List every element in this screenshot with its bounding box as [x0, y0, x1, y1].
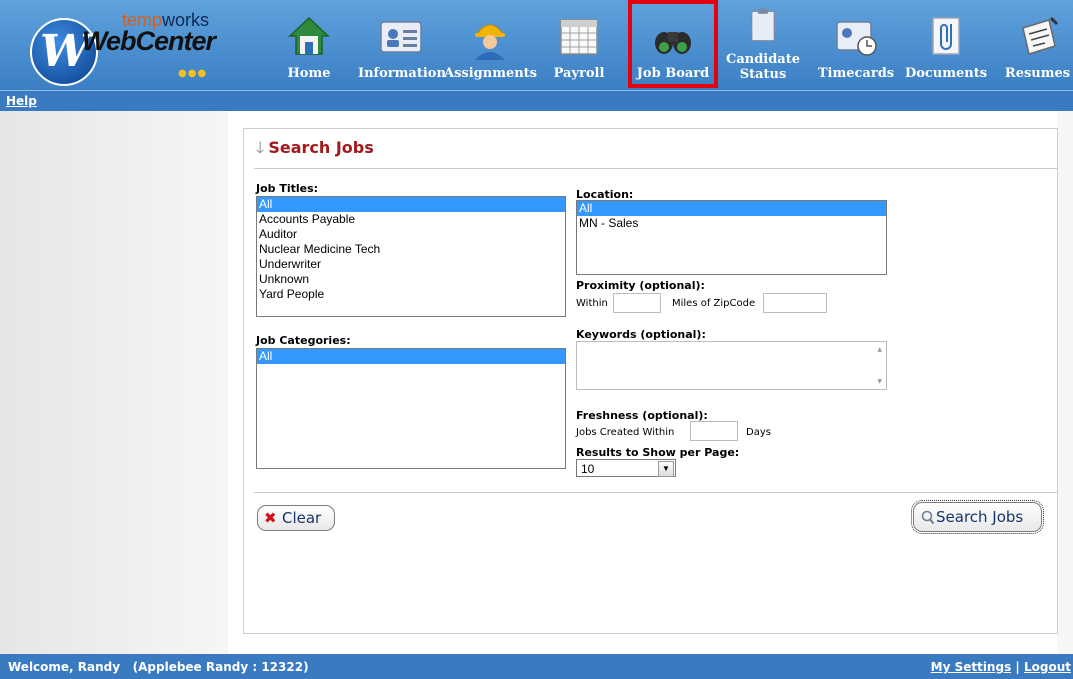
- right-gutter: [1057, 111, 1073, 654]
- collapse-arrow-icon: 🡓: [256, 138, 265, 157]
- nav-payroll[interactable]: Payroll: [548, 0, 610, 88]
- results-per-page-select[interactable]: 10 ▼: [576, 459, 676, 477]
- miles-of-zipcode-label: Miles of ZipCode: [672, 298, 756, 309]
- logout-link[interactable]: Logout: [1024, 660, 1071, 674]
- footer-bar: Welcome, Randy (Applebee Randy : 12322) …: [0, 654, 1073, 679]
- nav-documents[interactable]: Documents: [904, 0, 988, 88]
- logo-line2: WebCenter: [82, 26, 216, 56]
- timecard-icon: [836, 21, 877, 56]
- nav-information[interactable]: Information: [358, 0, 446, 88]
- help-bar: Help: [0, 90, 1073, 111]
- header-bar: W tempworks WebCenter ●●● Home Informati…: [0, 0, 1073, 90]
- location-listbox[interactable]: All MN - Sales: [576, 200, 887, 275]
- nav-timecards[interactable]: Timecards: [814, 0, 898, 88]
- tempworks-logo[interactable]: W tempworks WebCenter ●●●: [16, 4, 216, 86]
- search-jobs-title[interactable]: 🡓 Search Jobs: [256, 137, 374, 164]
- welcome-text: Welcome, Randy (Applebee Randy : 12322): [8, 660, 309, 674]
- search-jobs-button[interactable]: Search Jobs: [911, 500, 1044, 534]
- nav-assignments[interactable]: Assignments: [444, 0, 538, 88]
- clear-button[interactable]: ✖ Clear: [257, 505, 335, 531]
- jobs-created-within-label: Jobs Created Within: [576, 427, 675, 438]
- nav-resumes[interactable]: Resumes: [1002, 0, 1073, 88]
- keywords-textarea[interactable]: ▲ ▼: [576, 341, 887, 390]
- job-title-option[interactable]: Auditor: [257, 227, 565, 242]
- search-jobs-button-label: Search Jobs: [936, 508, 1024, 526]
- calendar-icon: [560, 19, 598, 55]
- job-title-option[interactable]: All: [257, 197, 565, 212]
- days-label: Days: [746, 427, 771, 438]
- job-title-option[interactable]: Nuclear Medicine Tech: [257, 242, 565, 257]
- nav-job-board[interactable]: Job Board: [628, 0, 718, 88]
- keywords-label: Keywords (optional):: [576, 328, 706, 341]
- paperclip-icon: [932, 17, 960, 55]
- job-category-option[interactable]: All: [257, 349, 565, 364]
- scroll-up-icon[interactable]: ▲: [877, 346, 882, 353]
- location-option[interactable]: MN - Sales: [577, 216, 886, 231]
- nav-job-board-label: Job Board: [636, 66, 710, 81]
- id-card-icon: [380, 21, 422, 53]
- left-sidebar: [0, 111, 228, 654]
- nav-resumes-label: Resumes: [1004, 66, 1071, 81]
- results-per-page-label: Results to Show per Page:: [576, 446, 740, 459]
- job-categories-label: Job Categories:: [256, 334, 351, 347]
- job-title-option[interactable]: Accounts Payable: [257, 212, 565, 227]
- proximity-label: Proximity (optional):: [576, 279, 705, 292]
- job-titles-label: Job Titles:: [256, 182, 319, 195]
- freshness-days-input[interactable]: [690, 421, 738, 441]
- chevron-down-icon[interactable]: ▼: [658, 461, 674, 477]
- nav-candidate-status-label: Candidate Status: [725, 52, 801, 82]
- nav-home[interactable]: Home: [276, 0, 342, 88]
- proximity-miles-input[interactable]: [613, 293, 661, 313]
- footer-separator: |: [1015, 660, 1020, 674]
- job-categories-listbox[interactable]: All: [256, 348, 566, 469]
- nav-documents-label: Documents: [904, 66, 988, 81]
- clear-x-icon: ✖: [264, 509, 277, 527]
- clear-button-label: Clear: [282, 509, 322, 527]
- job-title-option[interactable]: Underwriter: [257, 257, 565, 272]
- magnifier-icon: [921, 510, 935, 525]
- within-label: Within: [576, 298, 608, 309]
- nav-assignments-label: Assignments: [444, 66, 538, 81]
- job-title-option[interactable]: Unknown: [257, 272, 565, 287]
- results-per-page-value: 10: [581, 462, 595, 476]
- worker-icon: [475, 24, 505, 60]
- nav-timecards-label: Timecards: [817, 66, 895, 81]
- zipcode-input[interactable]: [763, 293, 827, 313]
- resume-icon: [1021, 16, 1058, 55]
- clipboard-icon: [751, 8, 775, 42]
- actions-divider: [254, 492, 1057, 493]
- search-jobs-title-text: Search Jobs: [268, 138, 374, 157]
- binoculars-icon: [655, 32, 691, 54]
- location-option[interactable]: All: [577, 201, 886, 216]
- nav-information-label: Information: [358, 66, 446, 81]
- scroll-down-icon[interactable]: ▼: [877, 378, 882, 385]
- my-settings-link[interactable]: My Settings: [931, 660, 1012, 674]
- help-link[interactable]: Help: [6, 94, 37, 108]
- nav-home-label: Home: [287, 66, 331, 81]
- title-divider: [254, 168, 1057, 169]
- nav-candidate-status[interactable]: Candidate Status: [724, 0, 802, 88]
- home-icon: [288, 16, 330, 55]
- search-jobs-panel: 🡓 Search Jobs Job Titles: All Accounts Pa…: [243, 128, 1058, 634]
- job-title-option[interactable]: Yard People: [257, 287, 565, 302]
- footer-links: My Settings | Logout: [931, 660, 1071, 674]
- logo-dots: ●●●: [178, 68, 208, 79]
- job-titles-listbox[interactable]: All Accounts Payable Auditor Nuclear Med…: [256, 196, 566, 317]
- freshness-label: Freshness (optional):: [576, 409, 708, 422]
- nav-payroll-label: Payroll: [553, 66, 605, 81]
